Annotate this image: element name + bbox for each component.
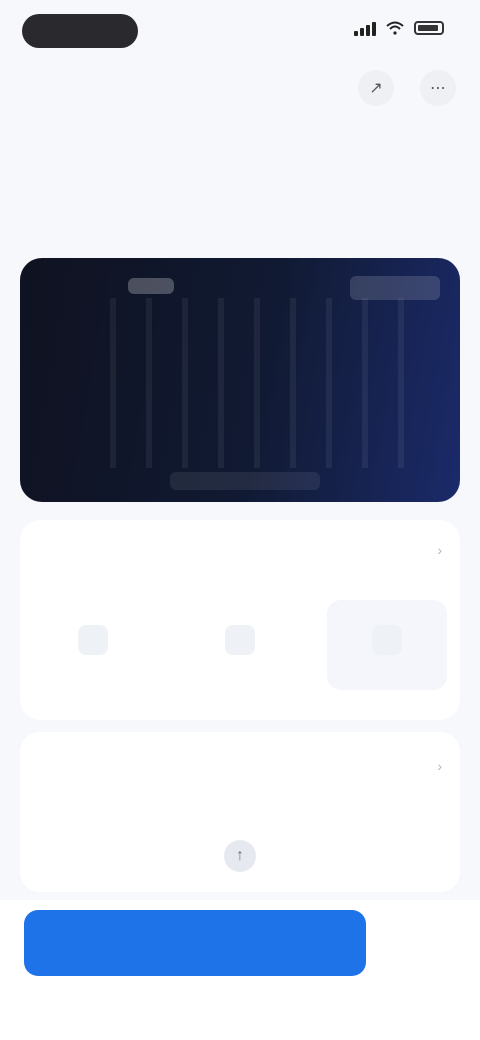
- share-icon: ↗: [369, 80, 383, 97]
- option-icon: [224, 625, 255, 655]
- option-item-selected[interactable]: [326, 600, 447, 690]
- more-button[interactable]: ⋯: [420, 70, 456, 106]
- bottom-action-bar: [0, 900, 480, 1040]
- time-pill: [22, 14, 138, 48]
- wifi-icon: [386, 21, 404, 35]
- primary-action-button[interactable]: [24, 910, 366, 976]
- share-button[interactable]: ↗: [358, 70, 394, 106]
- media-caption: [170, 472, 320, 490]
- chevron-right-icon: ›: [437, 758, 442, 774]
- settings-card-header[interactable]: ›: [38, 758, 442, 774]
- media-pattern: [110, 298, 410, 468]
- status-icons: [354, 20, 444, 36]
- media-tag: [128, 278, 174, 294]
- media-brand: [350, 276, 440, 300]
- chevron-right-icon: ›: [437, 542, 442, 558]
- settings-card: › ↑: [20, 732, 460, 892]
- option-icon: [371, 625, 402, 655]
- header-row: [24, 120, 456, 150]
- status-bar: [0, 0, 480, 64]
- top-actions: ↗ ⋯: [358, 70, 456, 106]
- option-icon: [78, 625, 109, 655]
- options-card-header[interactable]: ›: [38, 542, 442, 558]
- option-item[interactable]: [180, 600, 300, 690]
- battery-icon: [414, 21, 444, 35]
- signal-icon: [354, 20, 376, 36]
- option-item[interactable]: [33, 600, 153, 690]
- options-row: [20, 600, 460, 690]
- more-icon: ⋯: [430, 80, 446, 97]
- media-preview-card[interactable]: [20, 258, 460, 502]
- options-card: ›: [20, 520, 460, 720]
- upload-icon[interactable]: ↑: [224, 840, 256, 872]
